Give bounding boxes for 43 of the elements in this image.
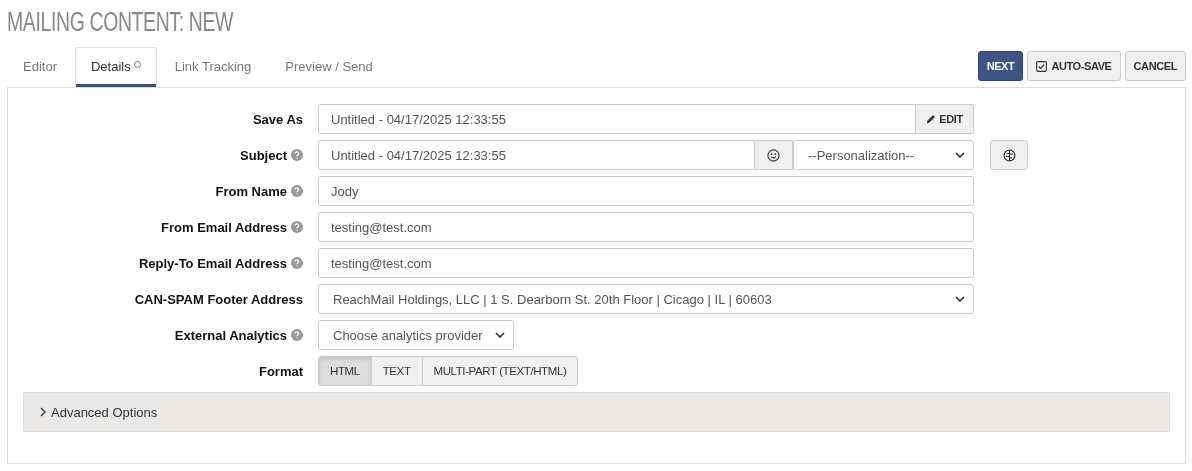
next-button[interactable]: NEXT (977, 51, 1024, 81)
field-label: From Email Address (161, 219, 287, 235)
caret-icon (955, 152, 965, 158)
cancel-button[interactable]: CANCEL (1124, 51, 1186, 81)
caret-icon (955, 296, 965, 302)
field-label: Reply-To Email Address (138, 255, 287, 271)
page-title: MAILING CONTENT: NEW (7, 6, 234, 38)
brain-icon (1002, 148, 1016, 162)
help-icon[interactable] (291, 185, 303, 197)
tab[interactable]: Preview / Send (269, 47, 389, 87)
advanced-options-bar[interactable]: Advanced Options (23, 392, 1170, 432)
format-option[interactable]: HTML (318, 356, 372, 386)
format-option[interactable]: MULTI-PART (TEXT/HTML) (421, 356, 579, 386)
pencil-icon (926, 114, 937, 124)
brain-button[interactable] (990, 140, 1028, 170)
help-icon[interactable] (291, 221, 303, 233)
tab[interactable]: Editor (7, 47, 73, 87)
input-field[interactable]: Untitled - 04/17/2025 12:33:55 (318, 140, 755, 170)
caret-icon (495, 332, 505, 338)
help-icon[interactable] (291, 329, 303, 341)
field-label: Save As (252, 111, 303, 127)
input-field[interactable]: testing@test.com (318, 212, 974, 242)
auto-save-button[interactable]: AUTO-SAVE (1027, 51, 1121, 81)
tab[interactable]: Link Tracking (158, 47, 268, 87)
input-field[interactable]: Jody (318, 176, 974, 206)
format-option[interactable]: TEXT (370, 356, 423, 386)
help-icon[interactable] (291, 257, 303, 269)
smiley-icon (767, 148, 780, 162)
chevron-icon (40, 407, 46, 417)
help-icon[interactable] (291, 149, 303, 161)
field-label: CAN-SPAM Footer Address (134, 291, 303, 307)
field-label: From Name (215, 183, 287, 199)
field-label: Subject (240, 147, 287, 163)
edit-button[interactable]: EDIT (916, 104, 974, 134)
dropdown[interactable]: ReachMail Holdings, LLC | 1 S. Dearborn St. 20th Floor | Cicago | IL | 60603 (318, 284, 974, 314)
input-field[interactable]: testing@test.com (318, 248, 974, 278)
field-label: External Analytics (174, 327, 287, 343)
emoji-button[interactable] (755, 140, 793, 170)
tab[interactable]: Details (74, 47, 157, 87)
personalization-dropdown[interactable]: --Personalization-- (793, 140, 974, 170)
input-field[interactable]: Untitled - 04/17/2025 12:33:55 (318, 104, 917, 134)
field-label: Format (258, 363, 303, 379)
dropdown[interactable]: Choose analytics provider (318, 320, 514, 350)
